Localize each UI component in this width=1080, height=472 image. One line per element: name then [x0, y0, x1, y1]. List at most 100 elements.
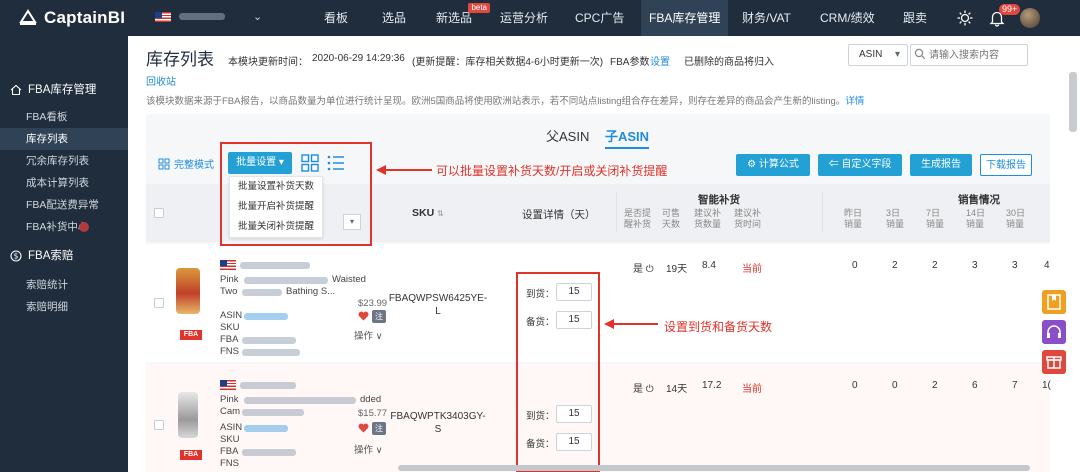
- settings-link[interactable]: 设置: [650, 53, 670, 68]
- suggest-time: 当前: [742, 264, 762, 275]
- sub-remind: 是否提醒补货: [624, 208, 652, 229]
- sub-sales-7d: 7日销量: [926, 208, 945, 229]
- row-checkbox[interactable]: [154, 298, 164, 308]
- nav-new-selection[interactable]: 新选品 beta: [436, 0, 491, 36]
- arrow-left-icon: [604, 319, 658, 329]
- horizontal-scrollbar[interactable]: [398, 465, 1030, 471]
- redacted-asin[interactable]: [244, 425, 288, 432]
- nav-operations-analysis[interactable]: 运营分析: [500, 0, 548, 36]
- download-report-button[interactable]: 下载报告: [980, 154, 1032, 176]
- avatar[interactable]: [1020, 8, 1040, 28]
- product-thumbnail[interactable]: [176, 268, 200, 314]
- operations-menu[interactable]: 操作 ∨: [354, 328, 383, 342]
- module-note: 该模块数据来源于FBA报告，以商品数量为单位进行统计呈现。欧洲5国商品将使用欧洲…: [146, 93, 864, 107]
- support-float-button[interactable]: [1042, 320, 1066, 344]
- redacted-text: [242, 289, 282, 296]
- nav-crm[interactable]: CRM/绩效: [820, 0, 875, 36]
- redacted-asin[interactable]: [244, 313, 288, 320]
- arrow-left-icon: [376, 165, 432, 175]
- product-price: $15.77: [358, 408, 388, 419]
- suggest-qty: 17.2: [702, 380, 722, 391]
- heart-icon[interactable]: [358, 311, 369, 321]
- remind-label: 是: [633, 264, 643, 275]
- search-input[interactable]: [910, 44, 1028, 66]
- product-title-end: Waisted: [332, 274, 366, 285]
- full-mode-label: 完整模式: [174, 160, 214, 171]
- nav-dashboard[interactable]: 看板: [324, 0, 348, 36]
- grid-small-icon: [158, 158, 170, 169]
- deleted-note: 已删除的商品将归入: [684, 57, 774, 68]
- sidebar-item-inventory-list[interactable]: 库存列表: [0, 128, 128, 150]
- tab-parent-asin[interactable]: 父ASIN: [546, 126, 589, 145]
- product-title-start[interactable]: Pink: [220, 394, 238, 405]
- custom-field-button[interactable]: ⇐ 自定义字段: [818, 154, 902, 176]
- logo[interactable]: CaptainBI: [18, 7, 125, 29]
- divider: [822, 192, 823, 232]
- operations-label: 操作: [354, 445, 374, 456]
- product-thumbnail[interactable]: [178, 392, 198, 438]
- recycle-bin-link[interactable]: 回收站: [146, 73, 176, 88]
- search-type-select[interactable]: ASIN: [848, 44, 908, 66]
- redacted-text: [242, 349, 300, 356]
- select-all-checkbox[interactable]: [154, 208, 164, 218]
- sidebar-item-redundant-inventory[interactable]: 冗余库存列表: [0, 150, 128, 172]
- sidebar-section-fba-claims[interactable]: $ FBA索赔: [0, 245, 128, 267]
- sub-suggest-qty: 建议补货数量: [694, 208, 722, 229]
- notification-badge: 99+: [999, 4, 1021, 15]
- nav-follow-sell[interactable]: 跟卖: [903, 0, 927, 36]
- column-sku[interactable]: SKU ⇅: [412, 207, 444, 219]
- nav-fba-inventory[interactable]: FBA库存管理: [641, 0, 729, 36]
- power-icon[interactable]: ⏻: [646, 264, 654, 275]
- us-flag-icon: [220, 260, 236, 270]
- nav-cpc-ads[interactable]: CPC广告: [575, 0, 624, 36]
- update-time: 2020-06-29 14:29:36: [312, 53, 405, 64]
- product-title-start[interactable]: Pink: [220, 274, 238, 285]
- redacted-text: [244, 277, 328, 284]
- sidebar-item-fba-dashboard[interactable]: FBA看板: [0, 106, 128, 128]
- sidebar-item-fee-anomaly[interactable]: FBA配送费异常: [0, 194, 128, 216]
- vertical-scrollbar[interactable]: [1069, 72, 1077, 132]
- sku-label: SKU: [220, 322, 240, 333]
- sidebar-section-fba-inventory[interactable]: FBA库存管理: [0, 79, 128, 101]
- gift-float-button[interactable]: [1042, 350, 1066, 374]
- bookmark-float-button[interactable]: [1042, 290, 1066, 314]
- sidebar-item-claim-stats[interactable]: 索赔统计: [0, 274, 128, 296]
- operations-menu[interactable]: 操作 ∨: [354, 442, 383, 456]
- heart-icon[interactable]: [358, 423, 369, 433]
- remind-value[interactable]: 是 ⏻: [633, 380, 654, 395]
- chevron-down-icon: ⌄: [253, 11, 263, 23]
- store-selector[interactable]: ⌄: [155, 10, 262, 23]
- full-mode-toggle[interactable]: 完整模式: [158, 156, 214, 171]
- app-name: CaptainBI: [44, 8, 126, 27]
- tab-child-asin[interactable]: 子ASIN: [604, 126, 650, 149]
- note-icon[interactable]: 注: [372, 310, 386, 323]
- redacted-text: [240, 262, 310, 269]
- custom-field-label: 自定义字段: [841, 159, 892, 170]
- column-sales: 销售情况: [958, 194, 1000, 206]
- generate-report-button[interactable]: 生成报告: [910, 154, 972, 176]
- svg-text:$: $: [14, 252, 19, 261]
- formula-button[interactable]: ⚙ 计算公式: [736, 154, 810, 176]
- fns-label: FNS: [220, 346, 239, 357]
- search-icon: [914, 48, 926, 60]
- sidebar-item-replenish-center[interactable]: FBA补货中心: [0, 216, 128, 238]
- nav-product-selection[interactable]: 选品: [382, 0, 406, 36]
- sun-icon[interactable]: [956, 9, 974, 27]
- power-icon[interactable]: ⏻: [646, 384, 654, 395]
- note-icon[interactable]: 注: [372, 422, 386, 435]
- row-checkbox[interactable]: [154, 420, 164, 430]
- store-name-redacted: [179, 13, 225, 20]
- redacted-text: [242, 409, 304, 416]
- details-link[interactable]: 详情: [845, 96, 864, 107]
- operations-label: 操作: [354, 331, 374, 342]
- remind-value[interactable]: 是 ⏻: [633, 260, 654, 275]
- nav-finance-vat[interactable]: 财务/VAT: [742, 0, 791, 36]
- captain-logo-icon: [19, 9, 37, 25]
- redacted-text: [240, 382, 296, 389]
- sidebar-item-cost-calc[interactable]: 成本计算列表: [0, 172, 128, 194]
- sales-3d: 0: [892, 380, 898, 391]
- sales-yesterday: 0: [852, 380, 858, 391]
- sort-icon: ⇅: [437, 209, 444, 218]
- sidebar-item-claim-details[interactable]: 索赔明细: [0, 296, 128, 318]
- redacted-text: [244, 397, 356, 404]
